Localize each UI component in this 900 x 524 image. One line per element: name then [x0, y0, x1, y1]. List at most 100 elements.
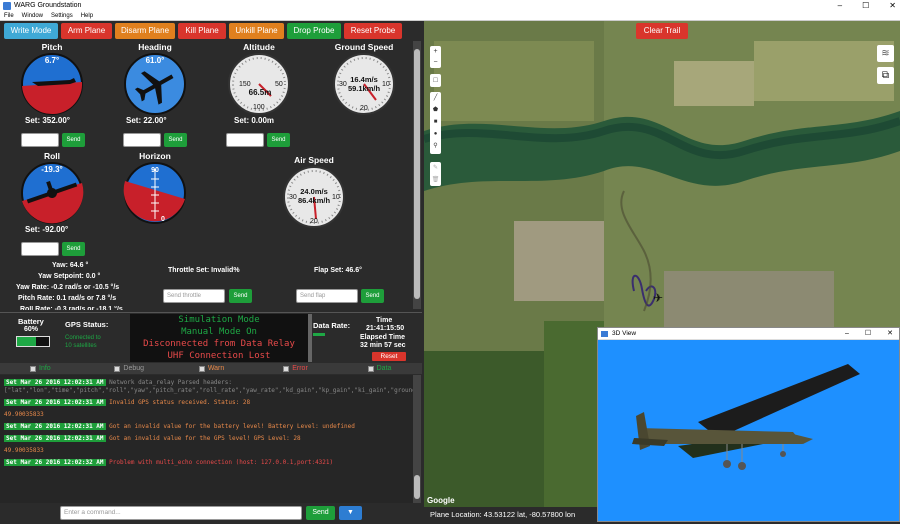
layer-toggle-icon[interactable]: ⧉ [877, 67, 894, 84]
toolbar: Write Mode Arm Plane Disarm Plane Kill P… [4, 23, 402, 39]
right-wing [698, 364, 860, 438]
edit-toolbar: ✎ 🗑 [430, 162, 441, 186]
gps-status-label: GPS Status: [65, 320, 109, 329]
write-mode-button[interactable]: Write Mode [4, 23, 58, 39]
altitude-tick-150: 150 [239, 81, 251, 88]
roll-send-button[interactable]: Send [62, 242, 85, 256]
throttle-send-button[interactable]: Send [229, 289, 252, 303]
data-label: Data [376, 365, 392, 372]
layers-icon[interactable]: ≋ [877, 45, 894, 62]
menu-settings[interactable]: Settings [51, 12, 73, 20]
battery-fill [17, 337, 37, 346]
edit-layers-icon[interactable]: ✎ [430, 162, 441, 174]
pitch-title: Pitch [41, 42, 63, 52]
window-title: WARG Groundstation [14, 2, 82, 9]
draw-line-icon[interactable]: ╱ [430, 92, 441, 104]
elapsed-time-label: Elapsed Time [360, 334, 406, 341]
log-tab-info[interactable]: Info [0, 363, 84, 374]
menu-window[interactable]: Window [22, 12, 43, 20]
close-button[interactable]: ✕ [889, 0, 896, 12]
3d-view-minimize-button[interactable]: – [845, 328, 849, 340]
app-icon [3, 2, 11, 10]
ground-speed-gauge: Ground Speed 30 10 20 16.4m/s 59.1km/h [325, 42, 403, 119]
clear-trail-button[interactable]: Clear Trail [636, 23, 688, 39]
throttle-set-text: Throttle Set: Invalid% [168, 267, 240, 274]
plane-location: Plane Location: 43.53122 lat, -80.57800 … [424, 507, 598, 522]
debug-checkbox[interactable] [114, 365, 121, 372]
battery-bar [16, 336, 50, 347]
instrument-scrollbar[interactable] [413, 41, 421, 309]
debug-label: Debug [123, 365, 145, 372]
3d-view-maximize-button[interactable]: ☐ [865, 328, 871, 340]
minimize-button[interactable]: – [838, 0, 842, 12]
log-entry: 49.90035833 [4, 411, 409, 419]
command-dropdown-button[interactable]: ▼ [339, 506, 362, 520]
pitch-send-button[interactable]: Send [62, 133, 85, 147]
3d-view-icon [601, 331, 608, 337]
3d-view-close-button[interactable]: ✕ [887, 328, 893, 340]
flap-send-button[interactable]: Send [361, 289, 384, 303]
command-send-button[interactable]: Send [306, 506, 335, 520]
3d-view-window[interactable]: 3D View – ☐ ✕ [597, 327, 900, 522]
ground-speed-tick-20: 20 [360, 105, 368, 112]
log-tab-error[interactable]: Error [253, 363, 337, 374]
delete-layers-icon[interactable]: 🗑 [430, 174, 441, 186]
mode-scrollbar[interactable] [308, 314, 312, 362]
warn-label: Warn [207, 365, 225, 372]
warn-checkbox[interactable] [198, 365, 205, 372]
command-bar: Enter a command... Send ▼ [0, 504, 422, 522]
heading-send-button[interactable]: Send [164, 133, 187, 147]
zoom-control: + − [430, 46, 441, 68]
reset-timer-button[interactable]: Reset [372, 352, 406, 361]
log-tab-warn[interactable]: Warn [169, 363, 253, 374]
fullscreen-button[interactable]: □ [430, 74, 441, 87]
altitude-dial: 150 50 100 66.5m [228, 53, 290, 115]
air-speed-tick-20: 20 [310, 218, 318, 225]
flap-input[interactable]: Send flap [296, 289, 358, 303]
horizon-title: Horizon [139, 151, 171, 161]
command-input[interactable]: Enter a command... [60, 506, 302, 520]
log-scrollbar[interactable] [413, 375, 421, 503]
altitude-input[interactable] [226, 133, 264, 147]
error-label: Error [292, 365, 308, 372]
instrument-scrollbar-thumb[interactable] [414, 49, 420, 299]
drop-probe-button[interactable]: Drop Probe [287, 23, 341, 39]
throttle-input[interactable]: Send throttle [163, 289, 225, 303]
horizon-gauge: Horizon 90 0 [120, 151, 190, 228]
heading-input[interactable] [123, 133, 161, 147]
log-entry: Set Mar 26 2016 12:02:31 AM Got an inval… [4, 423, 409, 431]
disarm-plane-button[interactable]: Disarm Plane [115, 23, 175, 39]
kill-plane-button[interactable]: Kill Plane [178, 23, 226, 39]
log-tab-debug[interactable]: Debug [84, 363, 168, 374]
log-message: 49.90035833 [4, 411, 44, 418]
air-speed-title: Air Speed [294, 155, 334, 165]
draw-polygon-icon[interactable]: ⬟ [430, 104, 441, 116]
log-message: Problem with multi_echo connection (host… [109, 459, 334, 466]
arm-plane-button[interactable]: Arm Plane [61, 23, 112, 39]
log-scrollbar-thumb[interactable] [414, 475, 420, 499]
window-titlebar: WARG Groundstation – ☐ ✕ [0, 0, 900, 12]
draw-rectangle-icon[interactable]: ■ [430, 116, 441, 128]
reset-probe-button[interactable]: Reset Probe [344, 23, 402, 39]
unkill-plane-button[interactable]: Unkill Plane [229, 23, 284, 39]
draw-circle-icon[interactable]: ● [430, 128, 441, 140]
info-checkbox[interactable] [30, 365, 36, 372]
menu-file[interactable]: File [4, 12, 14, 20]
log-entry: Set Mar 26 2016 12:02:32 AM Problem with… [4, 459, 409, 467]
zoom-in-button[interactable]: + [430, 46, 441, 57]
roll-input[interactable] [21, 242, 59, 256]
draw-marker-icon[interactable]: ⚲ [430, 140, 441, 152]
error-checkbox[interactable] [283, 365, 290, 372]
maximize-button[interactable]: ☐ [862, 0, 869, 12]
data-checkbox[interactable] [367, 365, 374, 372]
heading-gauge: Heading 61.0° [120, 42, 190, 119]
menu-help[interactable]: Help [81, 12, 93, 20]
3d-scene [598, 340, 899, 521]
draw-toolbar: ╱ ⬟ ■ ● ⚲ [430, 92, 441, 154]
flap-set-text: Flap Set: 46.6° [314, 267, 362, 274]
google-logo: Google [427, 496, 455, 505]
log-tab-data[interactable]: Data [338, 363, 422, 374]
pitch-input[interactable] [21, 133, 59, 147]
zoom-out-button[interactable]: − [430, 57, 441, 68]
altitude-send-button[interactable]: Send [267, 133, 290, 147]
